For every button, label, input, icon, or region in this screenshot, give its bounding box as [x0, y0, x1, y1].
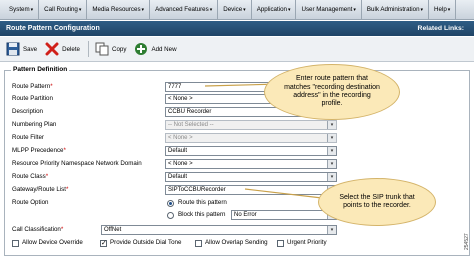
numbering-plan-select: -- Not Selected -- ▾: [165, 120, 337, 130]
toolbar-separator: [88, 41, 89, 57]
resource-priority-select[interactable]: < None > ▾: [165, 159, 337, 169]
allow-device-override-checkbox[interactable]: [12, 240, 19, 247]
copy-icon: [95, 42, 109, 56]
dropdown-arrow-icon: ▾: [327, 173, 336, 181]
block-this-pattern-label: Block this pattern: [178, 211, 226, 218]
mlpp-precedence-select[interactable]: Default ▾: [165, 146, 337, 156]
dropdown-arrow-icon: ▾: [327, 226, 336, 234]
dropdown-arrow-icon: ▾: [327, 147, 336, 155]
menu-application[interactable]: Application▾: [252, 0, 297, 20]
block-reason-select[interactable]: No Error▾: [231, 210, 337, 220]
provide-outside-dial-tone-label: Provide Outside Dial Tone: [110, 239, 182, 246]
menu-system[interactable]: System▾: [4, 0, 40, 20]
menu-advanced-features[interactable]: Advanced Features▾: [150, 0, 219, 20]
toolbar: Save Delete Copy Add New: [0, 37, 474, 62]
delete-x-icon: [45, 42, 59, 56]
copy-button[interactable]: Copy: [95, 42, 126, 56]
route-partition-label: Route Partition: [12, 95, 53, 102]
dropdown-arrow-icon: ▾: [327, 121, 336, 129]
add-plus-icon: [134, 42, 148, 56]
route-this-pattern-radio[interactable]: [167, 200, 174, 207]
section-legend: Pattern Definition: [11, 66, 70, 73]
dropdown-arrow-icon: ▾: [327, 160, 336, 168]
allow-overlap-sending-checkbox[interactable]: [195, 240, 202, 247]
delete-button[interactable]: Delete: [45, 42, 80, 56]
gateway-callout: Select the SIP trunk that points to the …: [318, 178, 436, 226]
menu-media-resources[interactable]: Media Resources▾: [87, 0, 151, 20]
route-this-pattern-label: Route this pattern: [178, 199, 227, 206]
pattern-definition-section: Pattern Definition Route Pattern* 7777 R…: [4, 66, 470, 256]
save-icon: [6, 42, 20, 56]
urgent-priority-label: Urgent Priority: [287, 239, 327, 246]
urgent-priority-checkbox[interactable]: [277, 240, 284, 247]
route-pattern-callout: Enter route pattern that matches "record…: [264, 64, 400, 120]
provide-outside-dial-tone-checkbox[interactable]: [100, 239, 107, 247]
route-filter-label: Route Filter: [12, 134, 44, 141]
main-menu-bar: System▾ Call Routing▾ Media Resources▾ A…: [0, 0, 474, 20]
mlpp-precedence-label: MLPP Precedence*: [12, 147, 66, 154]
allow-device-override-label: Allow Device Override: [22, 239, 83, 246]
save-button[interactable]: Save: [6, 42, 37, 56]
call-classification-select[interactable]: OffNet ▾: [101, 225, 337, 235]
block-this-pattern-radio[interactable]: [167, 212, 174, 219]
menu-bulk-administration[interactable]: Bulk Administration▾: [362, 0, 430, 20]
page-title-bar: Route Pattern Configuration Related Link…: [0, 21, 474, 36]
menu-user-management[interactable]: User Management▾: [296, 0, 362, 20]
figure-id: 254527: [464, 233, 470, 250]
menu-call-routing[interactable]: Call Routing▾: [39, 0, 88, 20]
related-links-label[interactable]: Related Links:: [418, 21, 464, 36]
dropdown-arrow-icon: ▾: [327, 134, 336, 142]
add-new-button[interactable]: Add New: [134, 42, 177, 56]
route-option-label: Route Option: [12, 199, 49, 206]
route-filter-select: < None > ▾: [165, 133, 337, 143]
allow-overlap-sending-label: Allow Overlap Sending: [205, 239, 268, 246]
gateway-route-list-select[interactable]: SIPToCCBURecorder▾: [165, 185, 337, 195]
route-pattern-label: Route Pattern*: [12, 83, 53, 90]
call-classification-label: Call Classification*: [12, 226, 64, 233]
numbering-plan-label: Numbering Plan: [12, 121, 57, 128]
route-class-label: Route Class*: [12, 173, 49, 180]
menu-device[interactable]: Device▾: [218, 0, 252, 20]
menu-help[interactable]: Help▾: [429, 0, 457, 20]
page-title: Route Pattern Configuration: [6, 25, 100, 32]
resource-priority-label: Resource Priority Namespace Network Doma…: [12, 160, 142, 167]
gateway-route-list-label: Gateway/Route List*: [12, 186, 69, 193]
description-label: Description: [12, 108, 43, 115]
route-class-select[interactable]: Default ▾: [165, 172, 337, 182]
